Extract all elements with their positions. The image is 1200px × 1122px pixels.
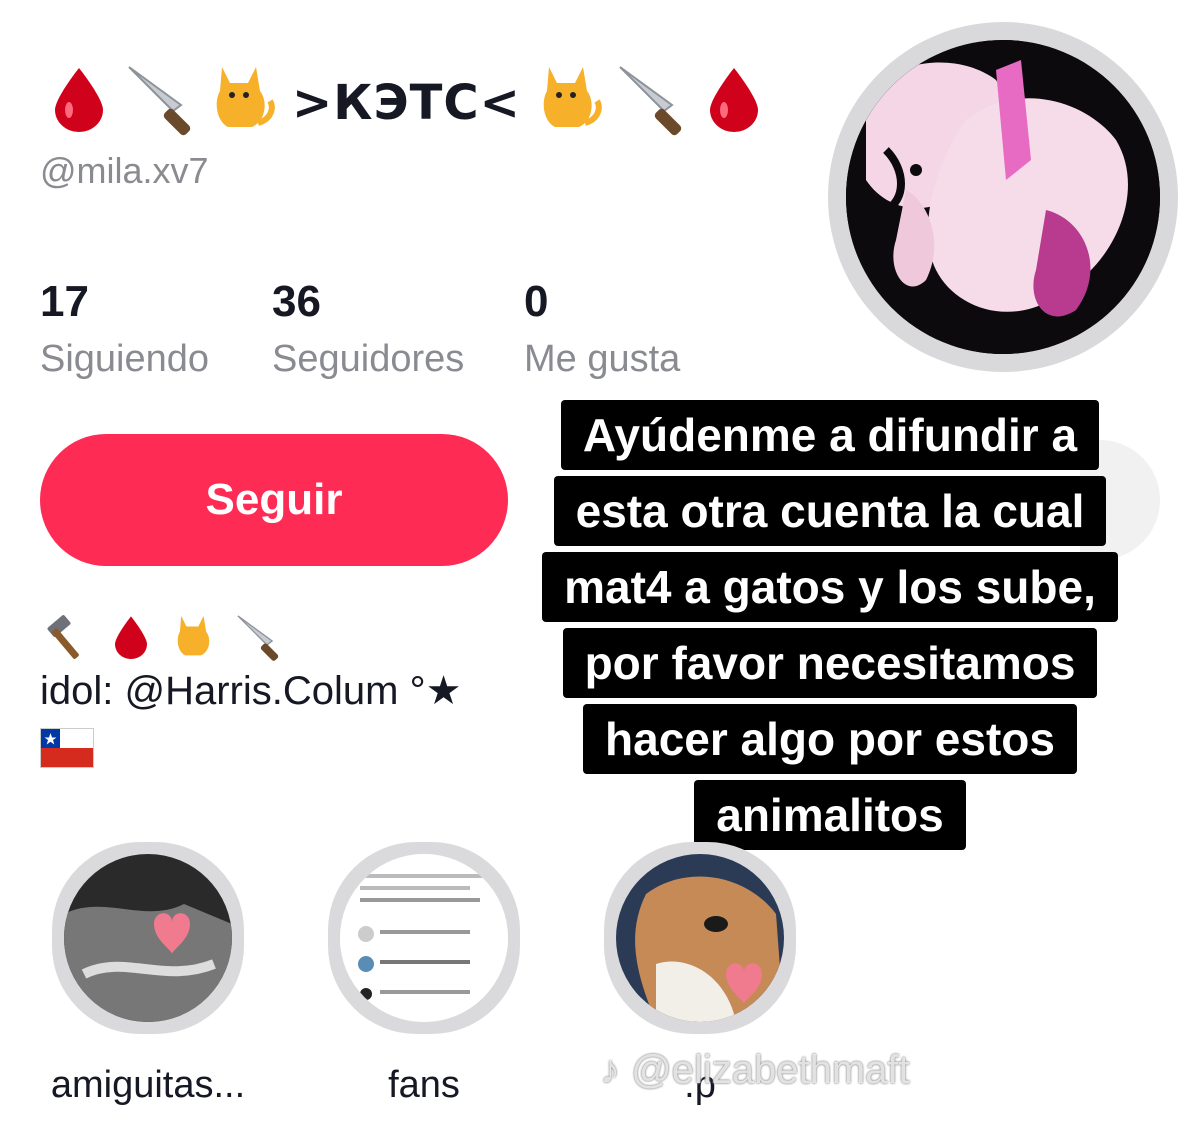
caption-line: mat4 a gatos y los sube,	[542, 552, 1118, 622]
likes-label: Me gusta	[524, 338, 681, 380]
bio-emojis	[40, 612, 286, 669]
caption-line: por favor necesitamos	[562, 628, 1098, 698]
highlight-amiguitas[interactable]	[52, 842, 244, 1034]
chile-flag-icon	[40, 728, 94, 768]
caption-line: animalitos	[694, 780, 966, 850]
hammer-icon	[40, 612, 94, 669]
highlight-ring	[52, 842, 244, 1034]
following-label: Siguiendo	[40, 338, 210, 380]
caption-line: esta otra cuenta la cual	[553, 476, 1107, 546]
cat-icon	[204, 61, 282, 146]
profile-title: >КЭТС<	[40, 58, 773, 148]
following-count: 17	[40, 277, 89, 326]
stat-followers[interactable]: 36 Seguidores	[272, 277, 465, 380]
knife-icon	[613, 61, 691, 146]
caption-line: Ayúdenme a difundir a	[560, 400, 1100, 470]
bio-text: idol: @Harris.Colum °★	[40, 669, 462, 713]
highlight-label: amiguitas...	[50, 1064, 246, 1106]
stat-following[interactable]: 17 Siguiendo	[40, 277, 210, 380]
highlight-p[interactable]	[604, 842, 796, 1034]
highlight-ring	[328, 842, 520, 1034]
highlight-thumbnail	[340, 854, 508, 1022]
highlight-label: fans	[388, 1064, 460, 1106]
likes-count: 0	[524, 277, 549, 326]
follow-button[interactable]: Seguir	[40, 434, 508, 566]
caption-line: hacer algo por estos	[583, 704, 1077, 774]
stat-likes[interactable]: 0 Me gusta	[524, 277, 681, 380]
blood-drop-icon	[695, 66, 773, 141]
tiktok-watermark: ♪ @elizabethmaft	[600, 1048, 910, 1092]
blood-drop-icon	[40, 66, 118, 141]
cat-icon	[168, 612, 222, 669]
knife-icon	[122, 61, 200, 146]
cat-icon	[531, 61, 609, 146]
highlight-thumbnail	[64, 854, 232, 1022]
followers-count: 36	[272, 277, 321, 326]
caption-overlay: Ayúdenme a difundir a esta otra cuenta l…	[500, 394, 1160, 850]
followers-label: Seguidores	[272, 338, 465, 380]
blood-drop-icon	[104, 614, 158, 667]
display-name: >КЭТС<	[292, 75, 521, 131]
avatar[interactable]	[846, 40, 1160, 354]
knife-icon	[232, 612, 286, 669]
username: @mila.xv7	[40, 150, 209, 191]
highlight-ring	[604, 842, 796, 1034]
highlight-thumbnail	[616, 854, 784, 1022]
highlight-fans[interactable]	[328, 842, 520, 1034]
